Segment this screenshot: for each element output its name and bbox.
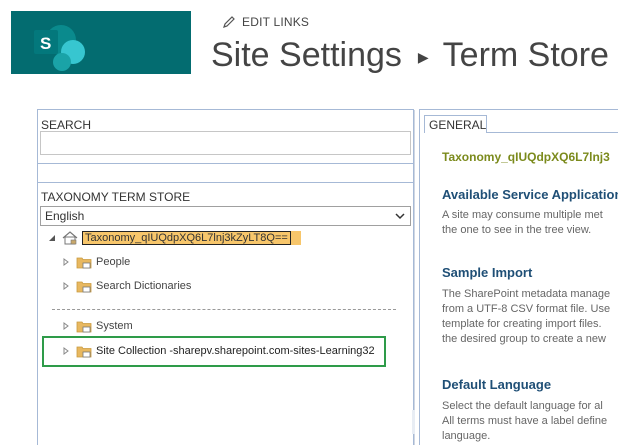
page-title: Site Settings ▶ Term Store M: [211, 36, 618, 75]
term-store-tree-panel: SEARCH TAXONOMY TERM STORE English Taxon…: [37, 109, 415, 445]
tree-group-search-dictionaries[interactable]: Search Dictionaries: [62, 279, 191, 293]
scrollbar-thumb[interactable]: [412, 410, 415, 434]
collapsed-triangle-icon[interactable]: [62, 322, 70, 330]
group-folder-icon: [76, 281, 92, 293]
term-store-name: Taxonomy_qIUQdpXQ6L7lnj3: [442, 150, 610, 164]
group-folder-icon: [76, 321, 92, 333]
collapsed-triangle-icon[interactable]: [62, 258, 70, 266]
tree-group-label: System: [96, 320, 133, 332]
section-text: the desired group to create a new: [442, 333, 606, 345]
divider: [38, 182, 413, 183]
tree-root-label[interactable]: Taxonomy_qIUQdpXQ6L7lnj3kZyLT8Q==: [82, 231, 291, 245]
group-folder-icon: [76, 257, 92, 269]
root-label-highlight: [290, 231, 301, 245]
tree-group-label: People: [96, 256, 131, 268]
section-text: The SharePoint metadata manage: [442, 288, 611, 300]
tree-group-label: Search Dictionaries: [96, 280, 192, 292]
section-text: language.: [442, 430, 491, 442]
divider: [38, 163, 413, 164]
breadcrumb-separator-icon: ▶: [417, 49, 429, 65]
svg-text:S: S: [40, 34, 51, 53]
language-select[interactable]: English: [40, 206, 411, 226]
chevron-down-icon: [395, 213, 405, 220]
term-store-home-icon: [62, 231, 78, 245]
edit-links-button[interactable]: EDIT LINKS: [222, 15, 309, 29]
sharepoint-logo[interactable]: S: [11, 11, 191, 74]
tree-root-item[interactable]: Taxonomy_qIUQdpXQ6L7lnj3kZyLT8Q==: [48, 231, 301, 245]
section-text: template for creating import files.: [442, 318, 602, 330]
sharepoint-logo-icon: S: [34, 25, 85, 71]
breadcrumb-site-settings[interactable]: Site Settings: [211, 36, 402, 75]
tab-underline: [487, 132, 618, 133]
term-store-properties-panel: GENERAL Taxonomy_qIUQdpXQ6L7lnj3 Availab…: [419, 109, 618, 445]
breadcrumb-term-store: Term Store M: [442, 36, 618, 74]
expanded-triangle-icon[interactable]: [48, 234, 56, 242]
section-text: All terms must have a label define: [442, 415, 608, 427]
tree-group-label: Site Collection -sharepv.sharepoint.com-…: [96, 345, 375, 357]
section-text: from a UTF-8 CSV format file. Use: [442, 303, 611, 315]
taxonomy-term-store-label: TAXONOMY TERM STORE: [41, 190, 191, 204]
tree-separator: [52, 309, 396, 310]
panel-scrollbar[interactable]: [414, 110, 415, 445]
tree-group-people[interactable]: People: [62, 255, 130, 269]
section-text: A site may consume multiple met: [442, 209, 603, 221]
search-input[interactable]: [40, 131, 411, 155]
tree-group-site-collection[interactable]: Site Collection -sharepv.sharepoint.com-…: [62, 344, 375, 358]
group-folder-icon: [76, 346, 92, 358]
tab-general[interactable]: GENERAL: [424, 115, 487, 133]
section-text: Select the default language for al: [442, 400, 603, 412]
collapsed-triangle-icon[interactable]: [62, 347, 70, 355]
search-label: SEARCH: [41, 118, 92, 132]
section-text: the one to see in the tree view.: [442, 224, 592, 236]
pencil-icon: [223, 16, 235, 28]
collapsed-triangle-icon[interactable]: [62, 282, 70, 290]
section-heading-default-language: Default Language: [442, 377, 552, 392]
section-heading-sample-import: Sample Import: [442, 265, 533, 280]
language-select-value: English: [45, 209, 85, 223]
tree-group-system[interactable]: System: [62, 319, 133, 333]
edit-links-label: EDIT LINKS: [242, 15, 310, 29]
section-heading-service-application: Available Service Application: [442, 187, 618, 202]
